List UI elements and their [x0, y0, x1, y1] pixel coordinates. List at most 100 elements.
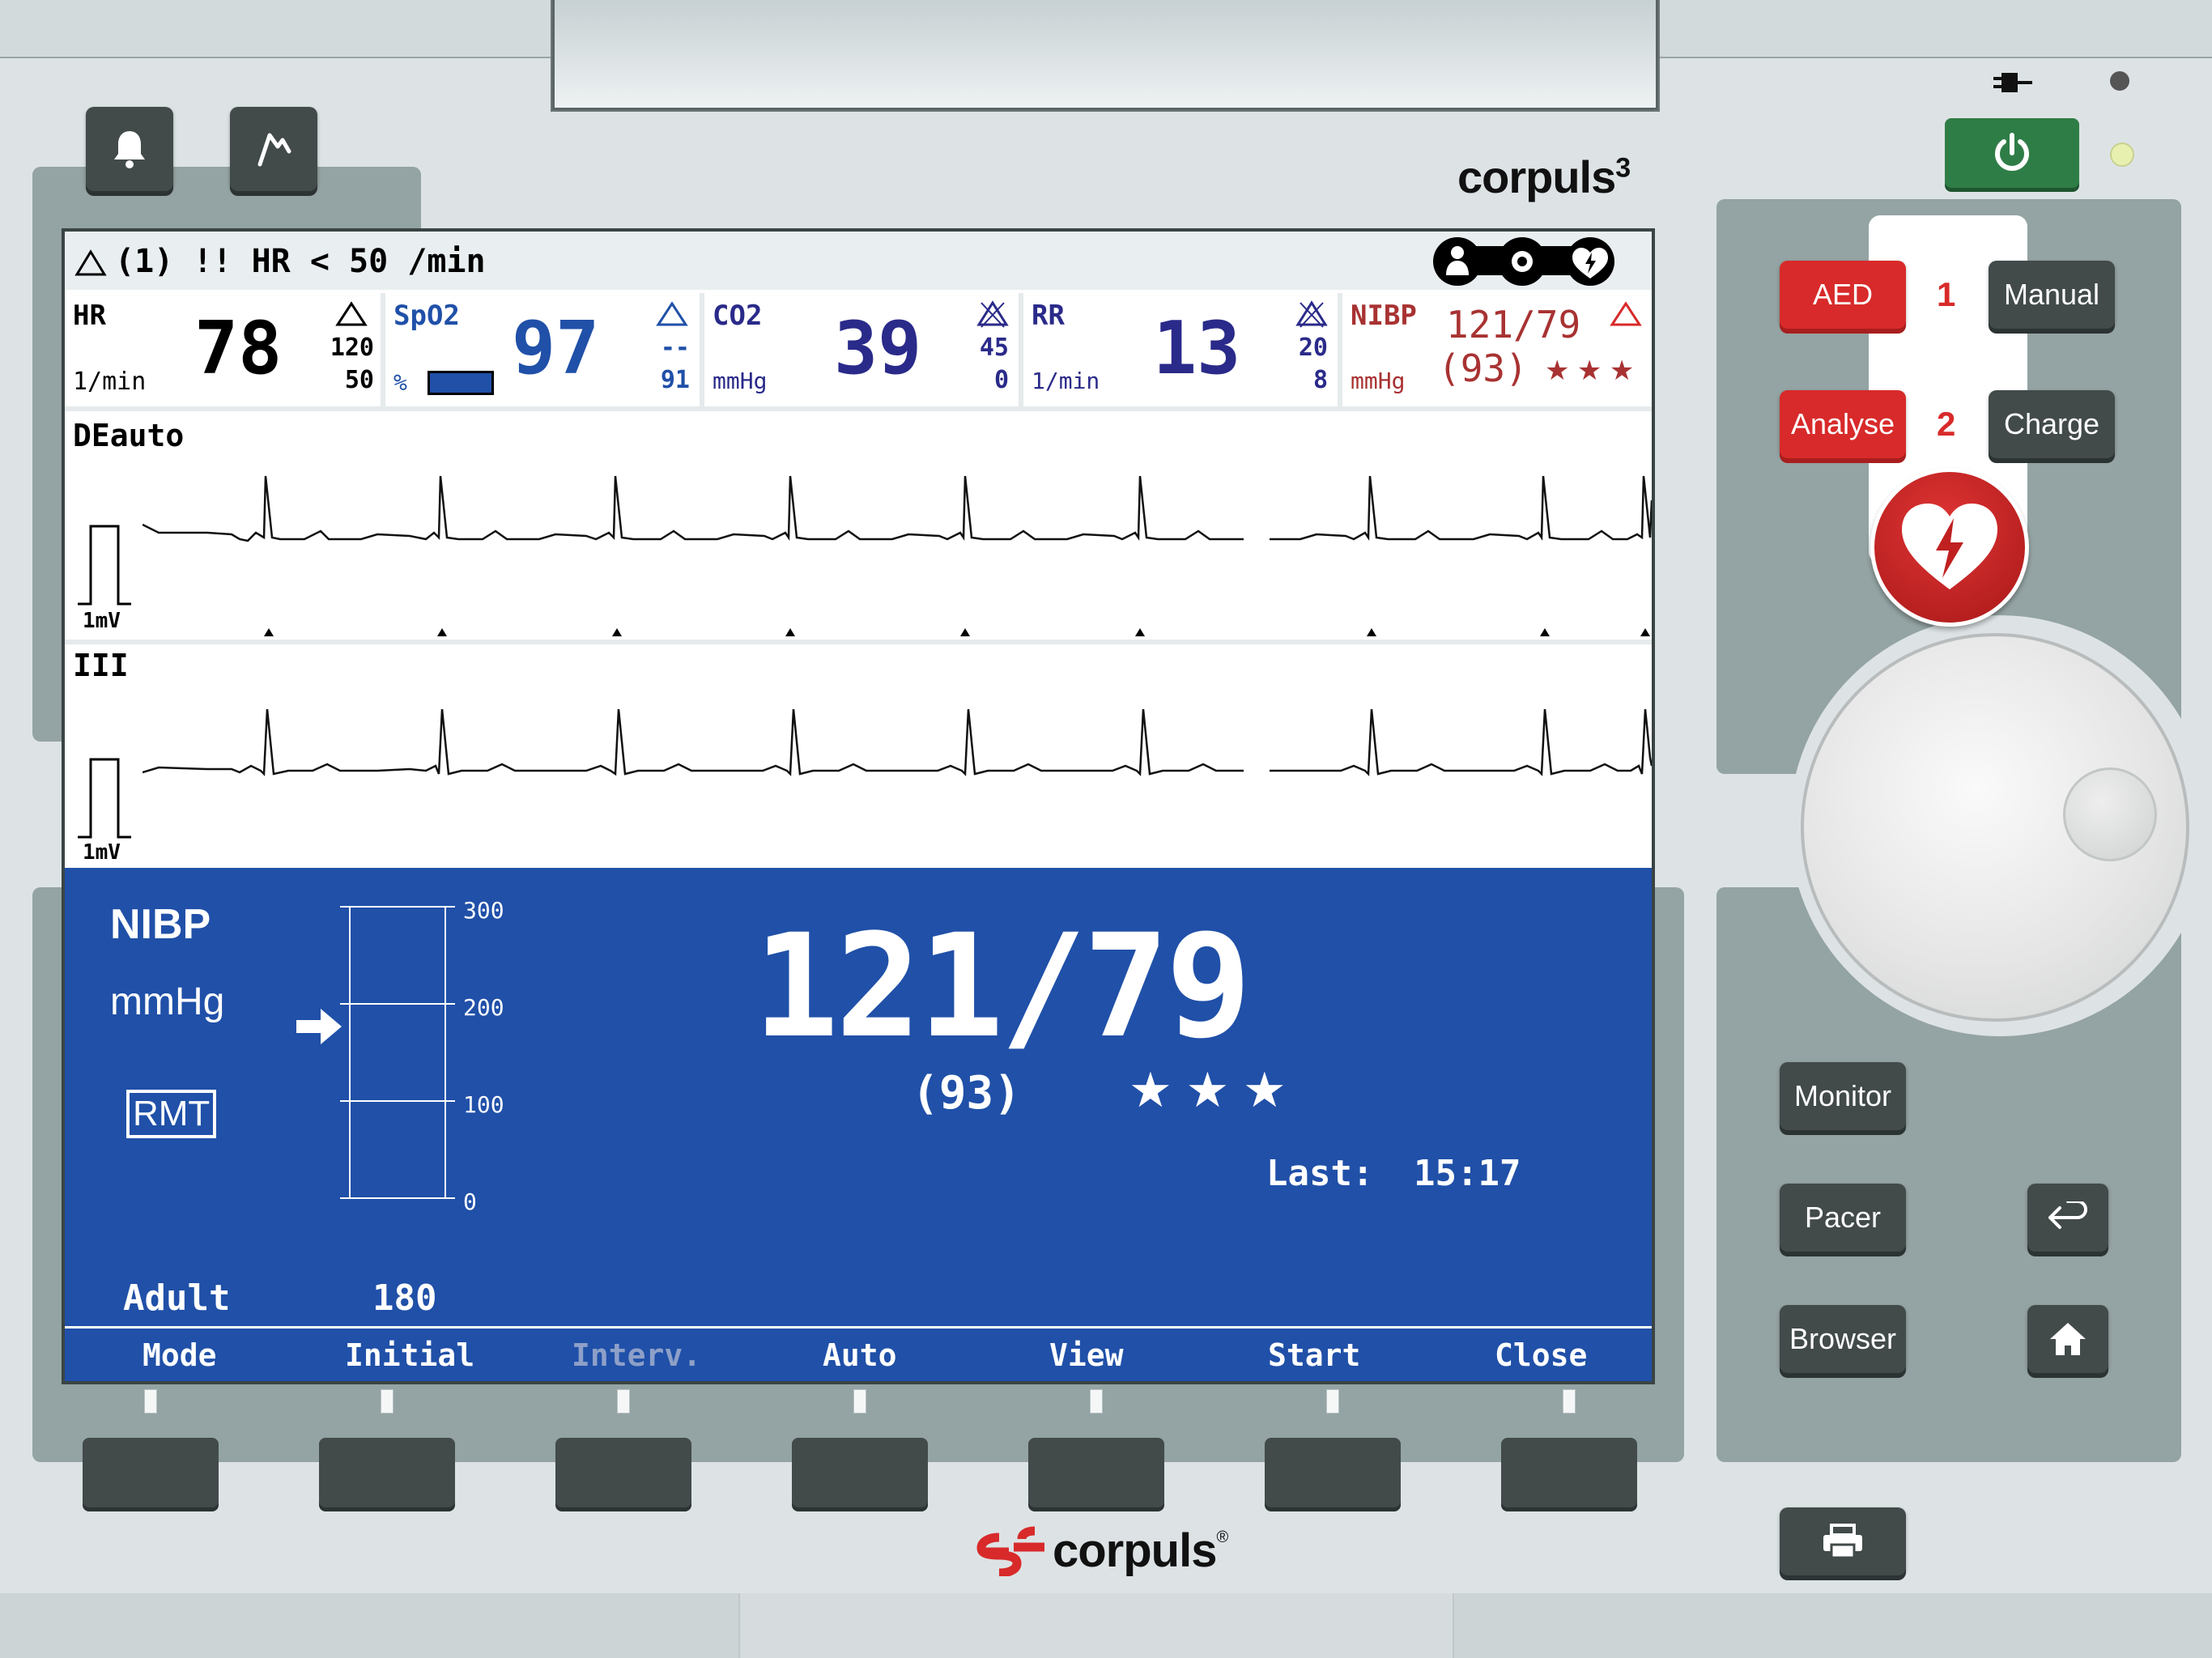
alarm-triangle-icon — [74, 249, 107, 276]
alarm-on-icon — [656, 301, 688, 326]
flag-icon — [257, 133, 291, 167]
alarm-off-icon — [976, 300, 1009, 328]
cal-pulse-1 — [78, 525, 131, 606]
param-co2-limit-low: 0 — [993, 366, 1009, 394]
param-co2[interactable]: CO2 mmHg 39 45 0 — [704, 293, 1023, 406]
monitor-screen: (1) !! HR < 50 /min HR 1/min 78 120 50 S… — [62, 228, 1655, 1384]
param-spo2-label: SpO2 — [393, 300, 460, 332]
cal-pulse-2 — [78, 758, 131, 839]
softkey-led-1 — [144, 1389, 157, 1414]
ecg-trace-2: III 1mV — [65, 644, 1652, 868]
alarm-text: (1) !! HR < 50 /min — [115, 243, 486, 280]
param-spo2-limit-high: -- — [660, 334, 690, 362]
shock-button[interactable] — [1870, 468, 2029, 627]
softkey-led-3 — [617, 1389, 630, 1414]
display-handle-inner — [552, 0, 1658, 110]
softkey-button-4[interactable] — [792, 1438, 928, 1507]
aed-button[interactable]: AED — [1780, 261, 1906, 329]
back-button[interactable] — [2027, 1184, 2108, 1252]
nibp-initial-pressure: 180 — [372, 1278, 437, 1319]
softkey-initial[interactable]: Initial — [345, 1337, 474, 1373]
print-button[interactable] — [1780, 1507, 1906, 1575]
param-rr-label: RR — [1032, 300, 1065, 332]
pressure-scale — [340, 906, 455, 1199]
softkey-led-4 — [853, 1389, 866, 1414]
softkey-view[interactable]: View — [1049, 1337, 1124, 1373]
event-button[interactable] — [230, 107, 317, 191]
param-spo2-limit-low: 91 — [660, 366, 690, 394]
home-icon — [2050, 1323, 2086, 1355]
ecg-waveform-2 — [143, 708, 1652, 776]
nibp-unit: mmHg — [110, 980, 225, 1023]
scale-0: 0 — [463, 1188, 477, 1215]
param-rr[interactable]: RR 1/min 13 20 8 — [1023, 293, 1342, 406]
param-hr-unit: 1/min — [73, 368, 147, 396]
corpuls-logo-icon — [976, 1526, 1044, 1576]
analyse-button[interactable]: Analyse — [1780, 390, 1906, 458]
browser-button[interactable]: Browser — [1780, 1305, 1906, 1373]
softkey-interv: Interv. — [572, 1337, 702, 1373]
param-co2-limit-high: 45 — [979, 334, 1009, 362]
softkey-led-6 — [1326, 1389, 1339, 1414]
param-nibp[interactable]: NIBP mmHg 121/79 (93) ★ ★ ★ — [1342, 293, 1652, 406]
param-rr-value: 13 — [1153, 306, 1241, 391]
param-hr-limit-low: 50 — [344, 366, 374, 394]
nibp-last-label: Last: — [1266, 1153, 1374, 1194]
param-nibp-mean: (93) — [1438, 346, 1528, 390]
manual-button[interactable]: Manual — [1989, 261, 2115, 329]
softkey-button-2[interactable] — [319, 1438, 455, 1507]
param-co2-label: CO2 — [713, 300, 763, 332]
power-button[interactable] — [1945, 118, 2079, 188]
heart-shock-icon — [1902, 504, 1997, 589]
softkey-button-6[interactable] — [1265, 1438, 1401, 1507]
step-1: 1 — [1937, 275, 1956, 313]
status-led-power — [2110, 142, 2134, 167]
pacer-button[interactable]: Pacer — [1780, 1184, 1906, 1252]
softkey-button-7[interactable] — [1501, 1438, 1637, 1507]
ecg-trace-1: DEauto 1mV — [65, 411, 1652, 640]
param-co2-unit: mmHg — [713, 368, 768, 394]
softkey-button-5[interactable] — [1028, 1438, 1164, 1507]
param-spo2-unit: % — [393, 369, 407, 396]
param-hr-value: 78 — [194, 306, 283, 391]
home-button[interactable] — [2027, 1305, 2108, 1373]
alarm-off-icon — [1295, 300, 1328, 328]
alarm-on-icon — [335, 301, 368, 326]
param-rr-limit-high: 20 — [1298, 334, 1328, 362]
softkey-auto[interactable]: Auto — [823, 1337, 897, 1373]
softkey-led-7 — [1563, 1389, 1576, 1414]
softkey-led-2 — [381, 1389, 393, 1414]
softkey-button-1[interactable] — [83, 1438, 219, 1507]
nibp-title: NIBP — [110, 901, 211, 948]
charge-button[interactable]: Charge — [1989, 390, 2115, 458]
nibp-main-mean: (93) — [912, 1067, 1021, 1120]
trace-2-cal: 1mV — [83, 840, 121, 865]
param-nibp-quality-stars: ★ ★ ★ — [1545, 355, 1635, 386]
scale-200: 200 — [463, 994, 504, 1021]
printer-icon — [1823, 1524, 1862, 1559]
param-nibp-unit: mmHg — [1351, 368, 1406, 394]
back-icon — [2048, 1201, 2087, 1229]
softkey-button-3[interactable] — [555, 1438, 691, 1507]
monitor-button[interactable]: Monitor — [1780, 1062, 1906, 1130]
nibp-panel: NIBP mmHg RMT 300 200 100 0 121/79 (93) … — [65, 868, 1652, 1381]
param-hr-label: HR — [73, 300, 106, 332]
bell-icon — [114, 131, 145, 168]
alarm-on-icon — [1610, 301, 1642, 326]
plug-icon — [1990, 68, 2035, 101]
softkey-start[interactable]: Start — [1268, 1337, 1360, 1373]
param-spo2-value: 97 — [512, 306, 600, 391]
nibp-main-value: 121/79 — [753, 903, 1252, 1069]
param-hr[interactable]: HR 1/min 78 120 50 — [65, 293, 385, 406]
alarm-button[interactable] — [86, 107, 173, 191]
status-led-top — [2110, 71, 2129, 91]
param-nibp-value: 121/79 — [1446, 303, 1581, 346]
softkey-mode[interactable]: Mode — [143, 1337, 217, 1373]
param-rr-limit-low: 8 — [1312, 366, 1328, 394]
softkey-close[interactable]: Close — [1495, 1337, 1587, 1373]
knob-grip — [2063, 767, 2157, 861]
param-spo2[interactable]: SpO2 % 97 -- 91 — [385, 293, 704, 406]
cuff-pressure-arrow-icon — [296, 1009, 342, 1044]
nibp-last-time: 15:17 — [1414, 1153, 1521, 1194]
param-co2-value: 39 — [834, 306, 922, 391]
